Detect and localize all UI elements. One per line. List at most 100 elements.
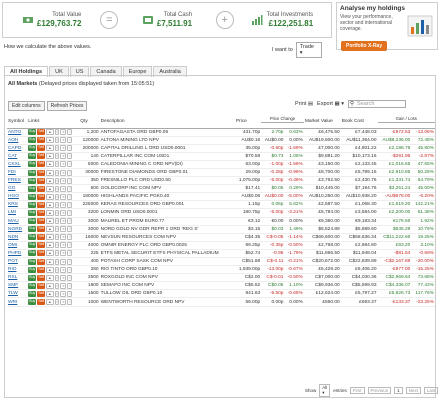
info-icon[interactable]: i <box>54 177 60 184</box>
news-icon[interactable]: ≡ <box>60 226 67 233</box>
news-icon[interactable]: ≡ <box>60 201 67 208</box>
sell-button[interactable]: Sell <box>37 193 46 200</box>
news-icon[interactable]: ≡ <box>60 137 67 144</box>
buy-button[interactable]: Buy <box>28 250 37 257</box>
news-icon[interactable]: ≡ <box>60 250 67 257</box>
info-icon[interactable]: i <box>54 137 60 144</box>
sell-button[interactable]: Sell <box>37 153 46 160</box>
chart-icon[interactable]: ▲ <box>46 274 54 281</box>
symbol-link[interactable]: NGRD <box>8 227 22 232</box>
show-entries-select[interactable]: All ▾ <box>319 384 331 397</box>
chart-icon[interactable]: ▲ <box>46 290 54 297</box>
sell-button[interactable]: Sell <box>37 226 46 233</box>
chart-icon[interactable]: ▲ <box>46 282 54 289</box>
buy-button[interactable]: Buy <box>28 193 37 200</box>
info-icon[interactable]: i <box>54 129 60 136</box>
news-icon[interactable]: ≡ <box>60 169 67 176</box>
sell-button[interactable]: Sell <box>37 218 46 225</box>
alert-icon[interactable]: ! <box>67 282 73 289</box>
news-icon[interactable]: ≡ <box>60 242 67 249</box>
alert-icon[interactable]: ! <box>67 218 73 225</box>
sell-button[interactable]: Sell <box>37 177 46 184</box>
sell-button[interactable]: Sell <box>37 185 46 192</box>
previous-page-button[interactable]: Previous <box>367 387 392 394</box>
news-icon[interactable]: ≡ <box>60 161 67 168</box>
buy-button[interactable]: Buy <box>28 274 37 281</box>
sell-button[interactable]: Sell <box>37 201 46 208</box>
symbol-link[interactable]: TLW <box>8 291 18 296</box>
info-icon[interactable]: i <box>54 258 60 265</box>
news-icon[interactable]: ≡ <box>60 153 67 160</box>
sell-button[interactable]: Sell <box>37 290 46 297</box>
info-icon[interactable]: i <box>54 218 60 225</box>
info-icon[interactable]: i <box>54 153 60 160</box>
news-icon[interactable]: ≡ <box>60 258 67 265</box>
edit-columns-button[interactable]: Edit columns <box>8 101 45 111</box>
buy-button[interactable]: Buy <box>28 226 37 233</box>
export-button[interactable]: Export ▦ ▾ <box>317 101 344 107</box>
info-icon[interactable]: i <box>54 145 60 152</box>
col-qty[interactable]: Qty <box>79 116 100 129</box>
chart-icon[interactable]: ▲ <box>46 177 54 184</box>
chart-icon[interactable]: ▲ <box>46 161 54 168</box>
info-icon[interactable]: i <box>54 234 60 241</box>
sell-button[interactable]: Sell <box>37 299 46 306</box>
chart-icon[interactable]: ▲ <box>46 258 54 265</box>
col-description[interactable]: Description <box>99 116 235 129</box>
alert-icon[interactable]: ! <box>67 169 73 176</box>
sell-button[interactable]: Sell <box>37 242 46 249</box>
search-input[interactable]: ⚲ Search <box>347 100 406 108</box>
news-icon[interactable]: ≡ <box>60 218 67 225</box>
symbol-link[interactable]: AOH <box>8 138 18 143</box>
last-page-button[interactable]: Last <box>423 387 439 394</box>
buy-button[interactable]: Buy <box>28 153 37 160</box>
sell-button[interactable]: Sell <box>37 266 46 273</box>
print-button[interactable]: Print ▤ <box>295 101 313 107</box>
how-we-calculate-link[interactable]: How we calculate the above values. <box>4 44 91 50</box>
sell-button[interactable]: Sell <box>37 250 46 257</box>
col-symbol[interactable]: Symbol <box>7 116 28 129</box>
chart-icon[interactable]: ▲ <box>46 201 54 208</box>
buy-button[interactable]: Buy <box>28 209 37 216</box>
news-icon[interactable]: ≡ <box>60 274 67 281</box>
symbol-link[interactable]: FDI <box>8 170 16 175</box>
news-icon[interactable]: ≡ <box>60 282 67 289</box>
news-icon[interactable]: ≡ <box>60 193 67 200</box>
alert-icon[interactable]: ! <box>67 193 73 200</box>
info-icon[interactable]: i <box>54 226 60 233</box>
alert-icon[interactable]: ! <box>67 153 73 160</box>
alert-icon[interactable]: ! <box>67 185 73 192</box>
alert-icon[interactable]: ! <box>67 201 73 208</box>
info-icon[interactable]: i <box>54 242 60 249</box>
buy-button[interactable]: Buy <box>28 266 37 273</box>
chart-icon[interactable]: ▲ <box>46 153 54 160</box>
info-icon[interactable]: i <box>54 169 60 176</box>
sell-button[interactable]: Sell <box>37 282 46 289</box>
symbol-link[interactable]: CKXL <box>8 162 21 167</box>
page-1-button[interactable]: 1 <box>394 387 403 394</box>
symbol-link[interactable]: WRI <box>8 300 17 305</box>
chart-icon[interactable]: ▲ <box>46 242 54 249</box>
sell-button[interactable]: Sell <box>37 137 46 144</box>
symbol-link[interactable]: PHPD <box>8 251 21 256</box>
alert-icon[interactable]: ! <box>67 226 73 233</box>
symbol-link[interactable]: RXL <box>8 275 17 280</box>
symbol-link[interactable]: RIO <box>8 267 17 272</box>
symbol-link[interactable]: SMF <box>8 283 18 288</box>
symbol-link[interactable]: MAU <box>8 219 19 224</box>
sell-button[interactable]: Sell <box>37 209 46 216</box>
symbol-link[interactable]: LMI <box>8 210 16 215</box>
alert-icon[interactable]: ! <box>67 209 73 216</box>
chart-icon[interactable]: ▲ <box>46 299 54 306</box>
alert-icon[interactable]: ! <box>67 250 73 257</box>
alert-icon[interactable]: ! <box>67 129 73 136</box>
buy-button[interactable]: Buy <box>28 129 37 136</box>
portfolio-xray-button[interactable]: Portfolio X-Ray <box>341 41 388 51</box>
buy-button[interactable]: Buy <box>28 234 37 241</box>
buy-button[interactable]: Buy <box>28 145 37 152</box>
news-icon[interactable]: ≡ <box>60 266 67 273</box>
symbol-link[interactable]: KRS <box>8 202 18 207</box>
symbol-link[interactable]: CAT <box>8 154 17 159</box>
symbol-link[interactable]: OMI <box>8 243 17 248</box>
info-icon[interactable]: i <box>54 185 60 192</box>
